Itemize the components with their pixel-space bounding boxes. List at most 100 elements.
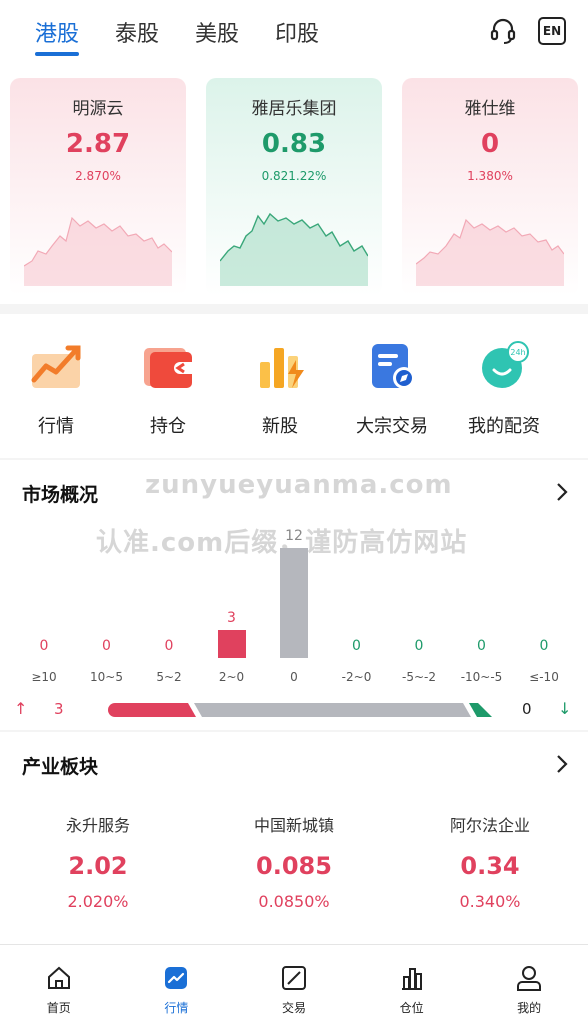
- section-divider: [0, 730, 588, 732]
- nav-market[interactable]: 行情: [118, 945, 236, 1024]
- bar-lightning-icon: [260, 348, 304, 388]
- distribution-count: 0: [539, 638, 549, 654]
- quote-card[interactable]: 雅仕维 0 1.380%: [402, 78, 578, 296]
- arrow-down-icon: ↓: [558, 699, 572, 718]
- func-ipo[interactable]: 新股: [224, 340, 336, 438]
- arrow-up-icon: ↑: [14, 699, 28, 718]
- tab-in[interactable]: 印股: [275, 16, 319, 56]
- distribution-column: 0 10~5: [77, 638, 137, 684]
- func-market[interactable]: 行情: [0, 340, 112, 438]
- quote-change: 1.380%: [467, 169, 513, 183]
- distribution-label: -5~-2: [402, 670, 436, 684]
- func-label: 大宗交易: [356, 416, 428, 437]
- quote-card[interactable]: 明源云 2.87 2.870%: [10, 78, 186, 296]
- wallet-icon: [144, 348, 192, 388]
- nav-home[interactable]: 首页: [0, 945, 118, 1024]
- distribution-count: 0: [352, 638, 361, 654]
- nav-trade[interactable]: 交易: [235, 945, 353, 1024]
- section-divider: [0, 458, 588, 460]
- distribution-column: 0 -5~-2: [389, 638, 449, 684]
- function-grid: 行情 持仓 新股 大宗交易 24h 我的配资: [0, 340, 588, 438]
- language-button[interactable]: EN: [538, 17, 566, 45]
- quote-name: 雅居乐集团: [251, 99, 337, 119]
- quote-card[interactable]: 雅居乐集团 0.83 0.821.22%: [206, 78, 382, 296]
- quote-price: 0.83: [261, 129, 327, 159]
- sector-price: 0.34: [460, 852, 520, 880]
- distribution-label: 2~0: [218, 670, 245, 684]
- market-tabs: 港股 泰股 美股 印股: [35, 16, 319, 56]
- distribution-label: ≤-10: [529, 670, 559, 684]
- chevron-right-icon[interactable]: [554, 752, 570, 776]
- sector-name: 阿尔法企业: [449, 816, 530, 835]
- headset-icon[interactable]: [488, 16, 518, 46]
- distribution-count: 0: [414, 638, 424, 654]
- user-icon: [517, 966, 542, 991]
- distribution-label: 0: [290, 670, 298, 684]
- sector-item[interactable]: 阿尔法企业 0.34 0.340%: [392, 812, 588, 911]
- quote-name: 雅仕维: [464, 99, 516, 119]
- quote-cards: 明源云 2.87 2.870% 雅居乐集团 0.83 0.821.22% 雅仕维…: [10, 78, 578, 296]
- nav-label: 首页: [46, 1001, 71, 1015]
- distribution-label: -10~-5: [460, 670, 503, 684]
- quote-price: 2.87: [65, 129, 131, 159]
- rise-fall-distribution: 0 ≥10 0 10~5 0 5~2 3 2~0 12 0 0 -2~0 0 -5~-2 0 -10~-5 0 ≤…: [0, 528, 588, 695]
- sector-change: 2.020%: [67, 892, 129, 911]
- func-block-trade[interactable]: 大宗交易: [336, 340, 448, 438]
- section-divider: [0, 304, 588, 314]
- distribution-count: 0: [477, 638, 486, 654]
- distribution-label: ≥10: [31, 670, 57, 684]
- market-overview-title: 市场概况: [22, 484, 99, 506]
- func-label: 新股: [262, 416, 298, 437]
- distribution-column: 0 ≤-10: [514, 638, 574, 684]
- distribution-count: 0: [164, 638, 174, 654]
- sector-price: 2.02: [68, 852, 128, 880]
- distribution-column: 0 -10~-5: [452, 638, 512, 684]
- distribution-label: 10~5: [90, 670, 123, 684]
- distribution-count: 12: [285, 528, 303, 544]
- distribution-count: 0: [39, 638, 49, 654]
- quote-price: 0: [480, 129, 500, 159]
- position-icon: [401, 968, 422, 990]
- sector-name: 永升服务: [65, 816, 130, 835]
- sector-list: 永升服务 2.02 2.020% 中国新城镇 0.085 0.0850% 阿尔法…: [0, 812, 588, 911]
- tab-th[interactable]: 泰股: [115, 16, 159, 56]
- down-count: 0: [522, 700, 532, 718]
- nav-label: 仓位: [399, 1001, 424, 1015]
- up-count: 3: [54, 700, 64, 718]
- bottom-nav: 首页 行情 交易 仓位 我的: [0, 944, 588, 1024]
- distribution-column: 0 5~2: [139, 638, 199, 684]
- trade-icon: [281, 966, 306, 990]
- chat-24h-icon: 24h: [482, 341, 529, 388]
- ratio-bar: [108, 703, 492, 717]
- svg-text:24h: 24h: [510, 348, 525, 357]
- sector-change: 0.0850%: [258, 892, 330, 911]
- tab-us[interactable]: 美股: [195, 16, 239, 56]
- nav-position[interactable]: 仓位: [353, 945, 471, 1024]
- distribution-count: 0: [102, 638, 111, 654]
- sector-price: 0.085: [256, 852, 332, 880]
- sparkline: [24, 216, 172, 286]
- sector-item[interactable]: 永升服务 2.02 2.020%: [0, 812, 196, 911]
- sector-change: 0.340%: [459, 892, 521, 911]
- distribution-bar: [280, 548, 308, 658]
- nav-label: 我的: [517, 1001, 542, 1015]
- sector-item[interactable]: 中国新城镇 0.085 0.0850%: [196, 812, 392, 911]
- sparkline: [220, 212, 368, 286]
- tab-hk[interactable]: 港股: [35, 16, 80, 56]
- func-holdings[interactable]: 持仓: [112, 340, 224, 438]
- func-label: 我的配资: [468, 416, 540, 437]
- nav-label: 交易: [281, 1001, 306, 1015]
- chevron-right-icon[interactable]: [554, 480, 570, 504]
- home-icon: [47, 966, 70, 989]
- distribution-label: -2~0: [341, 670, 372, 684]
- market-page: 港股 泰股 美股 印股 EN 明源云 2.87 2.870% 雅居乐集团 0.8…: [0, 0, 588, 1024]
- quote-change: 2.870%: [75, 169, 121, 183]
- func-my-margin[interactable]: 24h 我的配资: [448, 340, 560, 438]
- watermark-domain: zunyueyuanma.com: [145, 470, 453, 500]
- document-compass-icon: [372, 344, 415, 389]
- sparkline: [416, 218, 564, 286]
- quote-name: 明源云: [72, 99, 124, 119]
- func-label: 持仓: [150, 416, 186, 437]
- quote-change: 0.821.22%: [261, 169, 327, 183]
- nav-profile[interactable]: 我的: [470, 945, 588, 1024]
